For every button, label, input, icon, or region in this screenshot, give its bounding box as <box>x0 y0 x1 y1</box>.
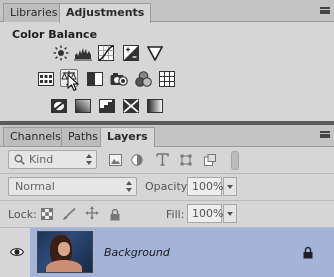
blend-mode-value: Normal <box>15 180 55 193</box>
filter-adjustment-icon[interactable] <box>130 153 144 167</box>
filter-pixel-icon[interactable] <box>108 153 122 167</box>
filter-row: Kind <box>0 147 334 174</box>
adjustments-tab-bar: Libraries Adjustments <box>0 0 334 23</box>
filter-toggle-switch[interactable] <box>231 151 239 170</box>
posterize-icon[interactable] <box>74 97 92 115</box>
blend-row: Normal Opacity: 100% <box>0 174 334 201</box>
curves-icon[interactable] <box>97 44 115 62</box>
opacity-input[interactable]: 100% <box>187 177 223 196</box>
blend-mode-select[interactable]: Normal <box>8 177 137 196</box>
fill-label: Fill: <box>166 208 185 221</box>
color-lookup-icon[interactable] <box>158 70 176 88</box>
mouse-pointer-icon <box>67 74 80 92</box>
tab-layers[interactable]: Layers <box>100 127 155 147</box>
black-white-icon[interactable] <box>86 70 104 88</box>
opacity-dropdown-button[interactable] <box>223 177 237 196</box>
tab-libraries[interactable]: Libraries <box>3 3 65 22</box>
layer-name[interactable]: Background <box>104 246 170 259</box>
channel-mixer-icon[interactable] <box>134 70 152 88</box>
threshold-icon[interactable] <box>98 97 116 115</box>
hue-saturation-icon[interactable] <box>37 70 55 88</box>
filter-smart-object-icon[interactable] <box>203 153 217 167</box>
layer-lock-icon[interactable] <box>303 246 313 259</box>
updown-arrows-icon <box>86 153 93 166</box>
lock-transparent-pixels-icon[interactable] <box>40 207 54 221</box>
updown-arrows-icon <box>126 180 133 193</box>
fill-dropdown-button[interactable] <box>223 204 237 223</box>
layers-tab-bar: Channels Paths Layers <box>0 125 334 147</box>
tab-paths[interactable]: Paths <box>61 127 105 146</box>
vibrance-triangle-icon[interactable] <box>146 44 164 62</box>
brightness-contrast-icon[interactable] <box>52 44 70 62</box>
invert-icon[interactable] <box>50 97 68 115</box>
filter-kind-value: Kind <box>29 153 54 166</box>
lock-label: Lock: <box>8 208 37 221</box>
tab-adjustments[interactable]: Adjustments <box>59 3 152 23</box>
layer-thumbnail <box>37 231 93 273</box>
filter-type-icon[interactable] <box>155 152 169 166</box>
visibility-eye-icon[interactable] <box>10 246 24 258</box>
panel-menu-icon[interactable] <box>320 7 330 14</box>
fill-input[interactable]: 100% <box>187 204 223 223</box>
lock-all-icon[interactable] <box>108 207 122 221</box>
filter-kind-select[interactable]: Kind <box>8 150 97 169</box>
levels-icon[interactable] <box>74 44 92 62</box>
layers-menu-icon[interactable] <box>320 131 330 138</box>
opacity-label: Opacity: <box>145 180 191 193</box>
lock-position-move-icon[interactable] <box>85 206 99 220</box>
photo-filter-icon[interactable] <box>110 70 128 88</box>
gradient-map-icon[interactable] <box>146 97 164 115</box>
lock-row: Lock: Fill: 100% <box>0 201 334 228</box>
layer-row-background[interactable]: Background <box>0 228 334 277</box>
search-icon <box>14 154 25 165</box>
lock-image-pixels-brush-icon[interactable] <box>62 207 76 221</box>
filter-shape-icon[interactable] <box>179 153 193 167</box>
selective-color-icon[interactable] <box>122 97 140 115</box>
exposure-icon[interactable] <box>122 44 140 62</box>
tab-channels[interactable]: Channels <box>3 127 68 146</box>
section-title: Color Balance <box>12 28 98 41</box>
